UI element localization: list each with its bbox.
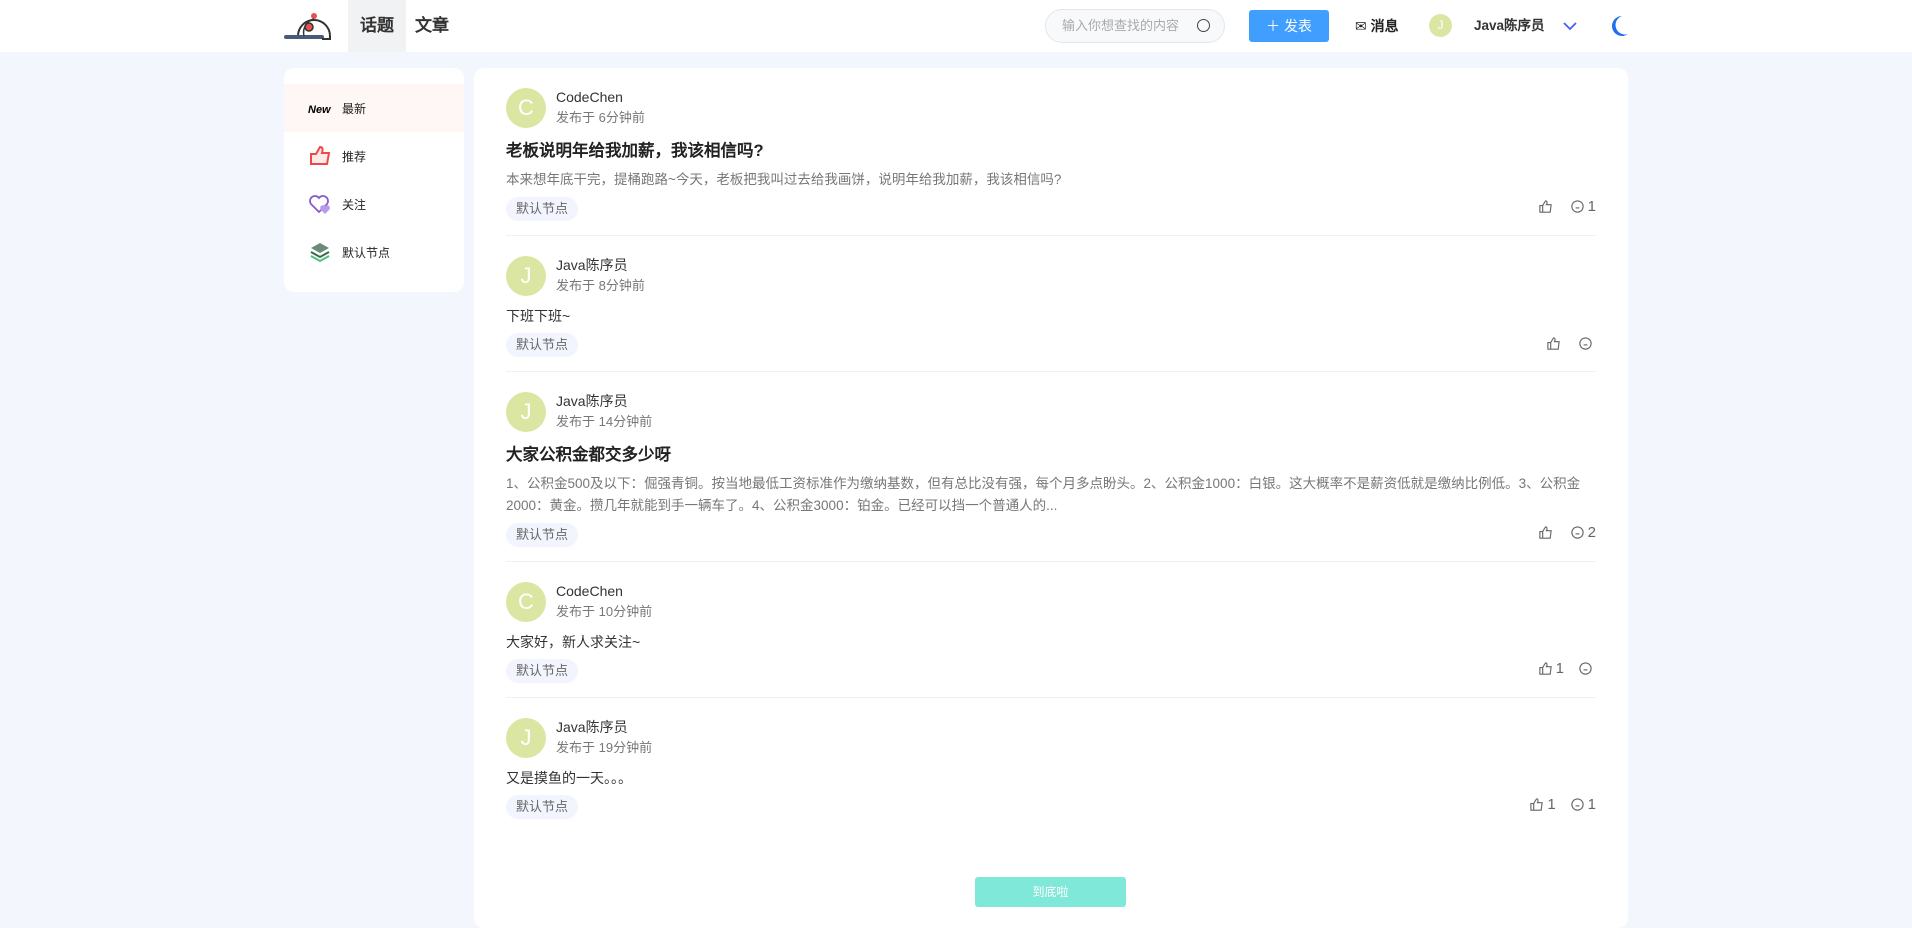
node-tag[interactable]: 默认节点 <box>506 659 579 683</box>
comment-button[interactable] <box>1578 660 1596 677</box>
like-button[interactable]: 1 <box>1538 660 1564 677</box>
like-button[interactable]: 1 <box>1529 796 1556 813</box>
author-avatar[interactable]: C <box>506 582 546 622</box>
new-icon: New <box>308 104 332 116</box>
like-icon <box>1538 200 1552 213</box>
comment-icon <box>1570 526 1584 539</box>
logo-cap-icon[interactable] <box>284 10 340 42</box>
like-count: 1 <box>1547 796 1556 813</box>
dark-mode-moon-icon[interactable] <box>1608 14 1630 38</box>
sidebar-item-following[interactable]: 关注 <box>284 180 464 228</box>
messages-button[interactable]: ✉ 消息 <box>1355 0 1399 52</box>
comment-icon <box>1579 337 1592 350</box>
hearts-icon <box>309 195 330 214</box>
publish-label: 发表 <box>1283 18 1312 34</box>
thumbs-up-icon <box>310 145 331 165</box>
comment-icon <box>1570 200 1584 213</box>
post-time: 发布于 10分钟前 <box>556 604 653 619</box>
layers-icon <box>310 243 330 263</box>
node-tag[interactable]: 默认节点 <box>506 197 579 221</box>
sidebar-item-label: 最新 <box>342 101 367 116</box>
post-time: 发布于 14分钟前 <box>556 414 653 429</box>
like-button[interactable] <box>1538 198 1556 215</box>
post-item[interactable]: J Java陈序员发布于 14分钟前大家公积金都交多少呀 1、公积金500及以下：倔… <box>506 372 1596 562</box>
nav-tab-articles[interactable]: 文章 <box>403 0 461 52</box>
post-feed: C CodeChen 发布于 6分钟前老板说明年给我加薪，我该相信吗? 本来想年底干完… <box>474 68 1628 928</box>
author-name[interactable]: CodeChen <box>556 581 652 601</box>
author-name[interactable]: Java陈序员 <box>556 391 652 411</box>
node-tag[interactable]: 默认节点 <box>506 523 579 547</box>
sidebar: New 最新 推荐 关注 默认节点 <box>284 68 464 292</box>
sidebar-item-recommended[interactable]: 推荐 <box>284 132 464 180</box>
comment-icon <box>1579 662 1592 675</box>
search-input[interactable]: 输入你想查找的内容 <box>1045 9 1225 43</box>
like-icon <box>1530 798 1544 811</box>
comment-count: 1 <box>1587 796 1596 813</box>
chevron-down-icon[interactable] <box>1562 19 1578 33</box>
post-text: 又是摸鱼的一天。。。 <box>506 770 632 786</box>
author-name[interactable]: Java陈序员 <box>556 717 652 737</box>
user-name[interactable]: Java陈序员 <box>1474 0 1545 52</box>
comment-button[interactable]: 1 <box>1570 796 1596 813</box>
like-count: 1 <box>1555 660 1564 677</box>
author-name[interactable]: CodeChen <box>556 87 645 107</box>
post-title[interactable]: 大家公积金都交多少呀 <box>506 443 1596 467</box>
post-text: 下班下班~ <box>506 308 571 324</box>
post-item[interactable]: J Java陈序员发布于 19分钟前又是摸鱼的一天。。。默认节点 1 1 <box>506 698 1596 833</box>
like-button[interactable] <box>1546 336 1564 351</box>
like-icon <box>1538 526 1552 539</box>
end-of-list-button[interactable]: 到底啦 <box>975 877 1126 907</box>
author-name[interactable]: Java陈序员 <box>556 255 645 275</box>
sidebar-item-label: 关注 <box>342 197 367 212</box>
publish-button[interactable]: ＋ 发表 <box>1249 10 1329 42</box>
svg-text:New: New <box>308 104 332 116</box>
post-time: 发布于 6分钟前 <box>556 110 645 125</box>
like-button[interactable] <box>1538 524 1556 541</box>
post-text: 大家好，新人求关注~ <box>506 634 641 650</box>
post-time: 发布于 19分钟前 <box>556 740 653 755</box>
author-avatar[interactable]: J <box>506 256 546 296</box>
user-avatar[interactable]: J <box>1429 14 1452 37</box>
sidebar-item-latest[interactable]: New 最新 <box>284 84 464 132</box>
comment-icon <box>1570 798 1584 811</box>
comment-button[interactable] <box>1578 336 1596 351</box>
sidebar-item-default-node[interactable]: 默认节点 <box>284 228 464 276</box>
top-header: 话题 文章 输入你想查找的内容 ＋ 发表 ✉ 消息 J Java陈序员 <box>0 0 1912 52</box>
search-placeholder: 输入你想查找的内容 <box>1062 18 1180 33</box>
plus-icon: ＋ <box>1266 18 1284 34</box>
post-item[interactable]: C CodeChen 发布于 10分钟前大家好，新人求关注~ 默认节点 1 <box>506 562 1596 698</box>
node-tag[interactable]: 默认节点 <box>506 795 579 819</box>
nav-tab-topics[interactable]: 话题 <box>348 0 406 52</box>
like-icon <box>1538 662 1552 675</box>
like-icon <box>1547 337 1560 350</box>
node-tag[interactable]: 默认节点 <box>506 333 579 357</box>
post-title[interactable]: 老板说明年给我加薪，我该相信吗? <box>506 139 1596 163</box>
author-avatar[interactable]: C <box>506 88 546 128</box>
author-avatar[interactable]: J <box>506 718 546 758</box>
post-excerpt: 1、公积金500及以下：倔强青铜。按当地最低工资标准作为缴纳基数，但有总比没有强… <box>506 476 1581 513</box>
comment-button[interactable]: 2 <box>1570 524 1596 541</box>
search-icon[interactable] <box>1197 19 1210 32</box>
sidebar-item-label: 默认节点 <box>342 245 391 260</box>
mail-icon: ✉ <box>1355 18 1371 34</box>
comment-count: 1 <box>1587 198 1596 215</box>
post-excerpt: 本来想年底干完，提桶跑路~今天，老板把我叫过去给我画饼，说明年给我加薪，我该相信… <box>506 172 1062 187</box>
post-item[interactable]: C CodeChen 发布于 6分钟前老板说明年给我加薪，我该相信吗? 本来想年底干完… <box>506 68 1596 236</box>
post-time: 发布于 8分钟前 <box>556 278 645 293</box>
post-item[interactable]: J Java陈序员发布于 8分钟前下班下班~ 默认节点 <box>506 236 1596 372</box>
comment-button[interactable]: 1 <box>1570 198 1596 215</box>
author-avatar[interactable]: J <box>506 392 546 432</box>
sidebar-item-label: 推荐 <box>342 149 367 164</box>
comment-count: 2 <box>1587 524 1596 541</box>
messages-label: 消息 <box>1370 18 1399 34</box>
